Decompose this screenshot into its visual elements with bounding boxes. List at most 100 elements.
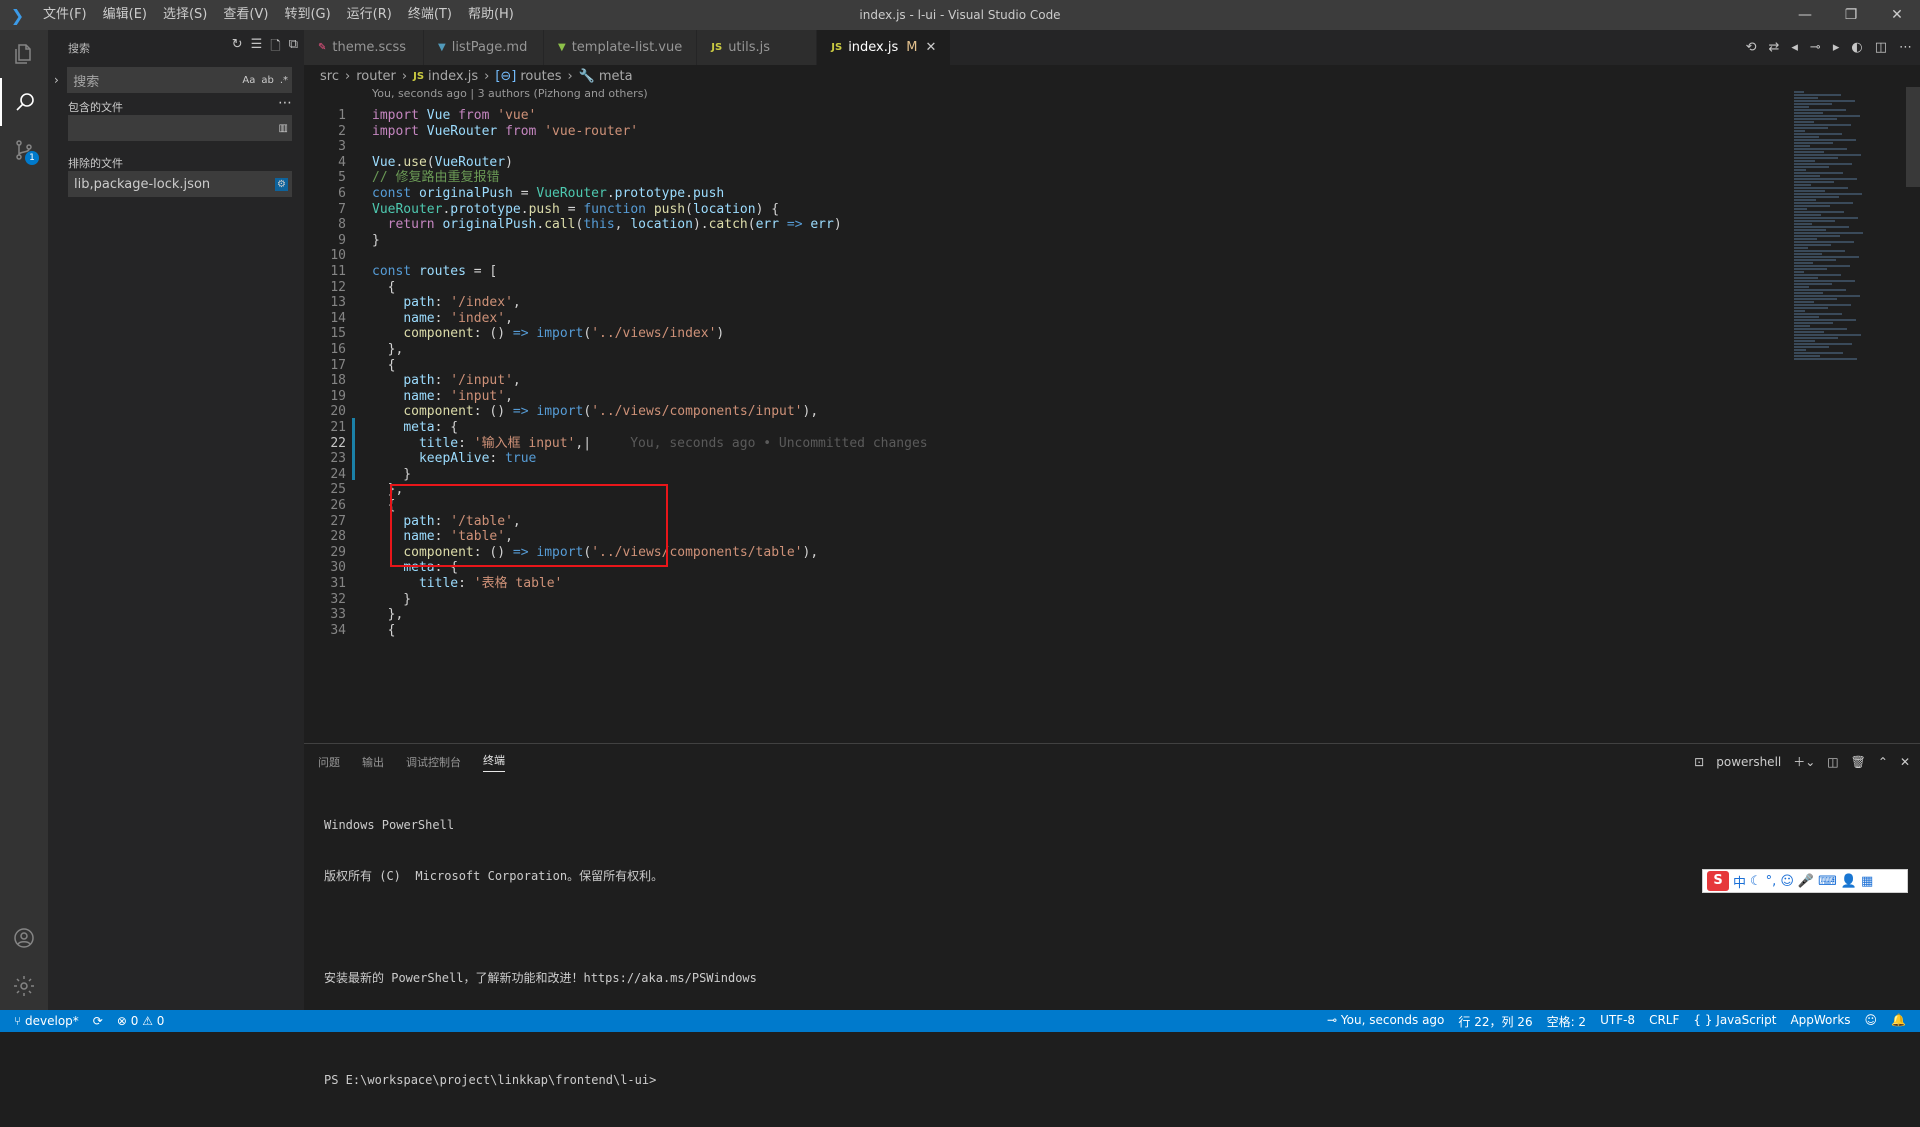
- warning-count: 0: [156, 1014, 165, 1028]
- moon-icon[interactable]: ☾: [1750, 874, 1762, 889]
- chevron-right-icon[interactable]: ›: [54, 73, 67, 87]
- source-control-icon[interactable]: 1: [0, 126, 48, 174]
- keyboard-icon[interactable]: ⌨: [1818, 874, 1837, 889]
- match-case-icon[interactable]: Aa: [242, 75, 255, 86]
- ime-toolbar[interactable]: S 中 ☾ °, ☺ 🎤 ⌨ 👤 ▦: [1702, 869, 1908, 893]
- cursor-position[interactable]: 行 22，列 26: [1458, 1013, 1532, 1030]
- breadcrumb-item[interactable]: meta: [599, 69, 633, 84]
- tab-template-list-vue[interactable]: ▼ template-list.vue: [544, 30, 698, 65]
- more-icon[interactable]: ⋯: [278, 95, 292, 111]
- git-commit-icon[interactable]: ⊸: [1810, 40, 1821, 55]
- close-panel-icon[interactable]: ✕: [1900, 755, 1910, 769]
- user-icon[interactable]: 👤: [1841, 874, 1857, 889]
- problems-item[interactable]: ⊗ 0 ⚠ 0: [117, 1014, 165, 1028]
- code-editor[interactable]: You, seconds ago | 3 authors (Pizhong an…: [304, 87, 1782, 743]
- minimap-row: [1794, 253, 1822, 255]
- minimap-row: [1794, 184, 1811, 186]
- grid-icon[interactable]: ▦: [1861, 874, 1873, 889]
- tab-output[interactable]: 输出: [362, 754, 384, 770]
- restore-icon[interactable]: ❐: [1828, 0, 1874, 30]
- scrollbar-thumb[interactable]: [1906, 87, 1920, 187]
- feedback-icon[interactable]: ☺: [1865, 1013, 1878, 1030]
- tab-debug-console[interactable]: 调试控制台: [406, 754, 461, 770]
- close-icon[interactable]: ✕: [1874, 0, 1920, 30]
- terminal-shell-select[interactable]: powershell: [1716, 755, 1781, 769]
- kill-terminal-icon[interactable]: 🗑: [1851, 755, 1866, 769]
- menu-file[interactable]: 文件(F): [35, 0, 95, 30]
- breadcrumb-item[interactable]: router: [356, 69, 396, 84]
- split-terminal-icon[interactable]: ◫: [1827, 755, 1838, 769]
- close-tab-icon[interactable]: ✕: [926, 40, 937, 55]
- minimap-row: [1794, 322, 1833, 324]
- next-change-icon[interactable]: ▸: [1833, 40, 1840, 55]
- split-editor-icon[interactable]: ◫: [1875, 40, 1887, 55]
- tab-index-js[interactable]: JS index.js M ✕: [817, 30, 952, 65]
- breadcrumb-item[interactable]: index.js: [428, 69, 478, 84]
- terminal-line: Windows PowerShell: [324, 818, 455, 832]
- use-exclude-settings-icon[interactable]: ⚙: [275, 177, 288, 191]
- sync-icon[interactable]: ⟳: [93, 1014, 103, 1028]
- open-editors-only-icon[interactable]: ▥: [279, 123, 288, 134]
- git-branch-item[interactable]: ⑂ develop*: [14, 1014, 79, 1028]
- menu-view[interactable]: 查看(V): [215, 0, 276, 30]
- minimap-row: [1794, 325, 1810, 327]
- settings-gear-icon[interactable]: [0, 962, 48, 1010]
- regex-icon[interactable]: .*: [280, 75, 288, 86]
- new-search-editor-icon[interactable]: 🗋: [270, 37, 280, 59]
- terminal-output[interactable]: Windows PowerShell 版权所有 (C) Microsoft Co…: [304, 779, 1920, 1127]
- menu-edit[interactable]: 编辑(E): [95, 0, 155, 30]
- clear-results-icon[interactable]: ☰: [251, 37, 263, 59]
- breadcrumb-item[interactable]: routes: [520, 69, 561, 84]
- breadcrumb-item[interactable]: src: [320, 69, 339, 84]
- gitlens-icon[interactable]: ◐: [1851, 40, 1862, 55]
- indentation[interactable]: 空格: 2: [1547, 1013, 1587, 1030]
- microphone-icon[interactable]: 🎤: [1798, 874, 1814, 889]
- tab-problems[interactable]: 问题: [318, 754, 340, 770]
- timeline-icon[interactable]: ⟲: [1746, 40, 1757, 55]
- appworks-item[interactable]: AppWorks: [1790, 1013, 1850, 1030]
- tab-theme-scss[interactable]: ✎ theme.scss: [304, 30, 424, 65]
- js-icon: JS: [413, 70, 425, 82]
- explorer-icon[interactable]: [0, 30, 48, 78]
- collapse-all-icon[interactable]: ⧉: [289, 37, 298, 59]
- more-actions-icon[interactable]: ⋯: [1899, 40, 1912, 55]
- search-icon[interactable]: [0, 78, 48, 126]
- refresh-icon[interactable]: ↻: [232, 37, 243, 59]
- menu-help[interactable]: 帮助(H): [460, 0, 522, 30]
- open-changes-icon[interactable]: ⇄: [1768, 40, 1779, 55]
- include-options: ▥: [279, 123, 288, 134]
- menu-go[interactable]: 转到(G): [276, 0, 338, 30]
- status-left: ⑂ develop* ⟳ ⊗ 0 ⚠ 0: [0, 1014, 164, 1028]
- emoji-icon[interactable]: ☺: [1780, 874, 1794, 889]
- menu-selection[interactable]: 选择(S): [155, 0, 215, 30]
- exclude-field[interactable]: lib,package-lock.json ⚙: [68, 171, 292, 197]
- ime-mode[interactable]: 中: [1733, 872, 1746, 891]
- codelens-authors[interactable]: You, seconds ago | 3 authors (Pizhong an…: [372, 87, 648, 105]
- git-modified-gutter: [352, 418, 355, 481]
- previous-change-icon[interactable]: ◂: [1791, 40, 1798, 55]
- maximize-panel-icon[interactable]: ⌃: [1878, 755, 1888, 769]
- search-options: Aa ab .*: [242, 75, 288, 86]
- match-word-icon[interactable]: ab: [261, 75, 273, 86]
- add-terminal-icon[interactable]: ＋⌄: [1793, 753, 1815, 770]
- encoding[interactable]: UTF-8: [1600, 1013, 1635, 1030]
- menu-terminal[interactable]: 终端(T): [400, 0, 460, 30]
- panel-actions: ⊡ powershell ＋⌄ ◫ 🗑 ⌃ ✕: [1694, 744, 1910, 779]
- account-icon[interactable]: [0, 914, 48, 962]
- punctuation-icon[interactable]: °,: [1766, 874, 1777, 889]
- window-controls: — ❐ ✕: [1782, 0, 1920, 30]
- tab-terminal[interactable]: 终端: [483, 752, 505, 772]
- search-sidebar: 搜索 ↻ ☰ 🗋 ⧉ › 搜索 Aa ab .* 包含的文件 ⋯ ▥ 排除的文件: [48, 30, 304, 1010]
- tab-utils-js[interactable]: JS utils.js: [697, 30, 818, 65]
- bell-icon[interactable]: 🔔: [1891, 1013, 1906, 1030]
- include-field[interactable]: ▥: [68, 115, 292, 141]
- tab-listpage-md[interactable]: ▼ listPage.md: [424, 30, 544, 65]
- line-ending[interactable]: CRLF: [1649, 1013, 1679, 1030]
- search-input[interactable]: 搜索 Aa ab .*: [67, 67, 292, 93]
- blame-item[interactable]: ⊸ You, seconds ago: [1327, 1013, 1444, 1030]
- minimize-icon[interactable]: —: [1782, 0, 1828, 30]
- menu-run[interactable]: 运行(R): [339, 0, 400, 30]
- language-mode[interactable]: { } JavaScript: [1693, 1013, 1776, 1030]
- minimap[interactable]: [1782, 87, 1920, 743]
- code-text: import VueRouter from 'vue-router': [372, 123, 639, 139]
